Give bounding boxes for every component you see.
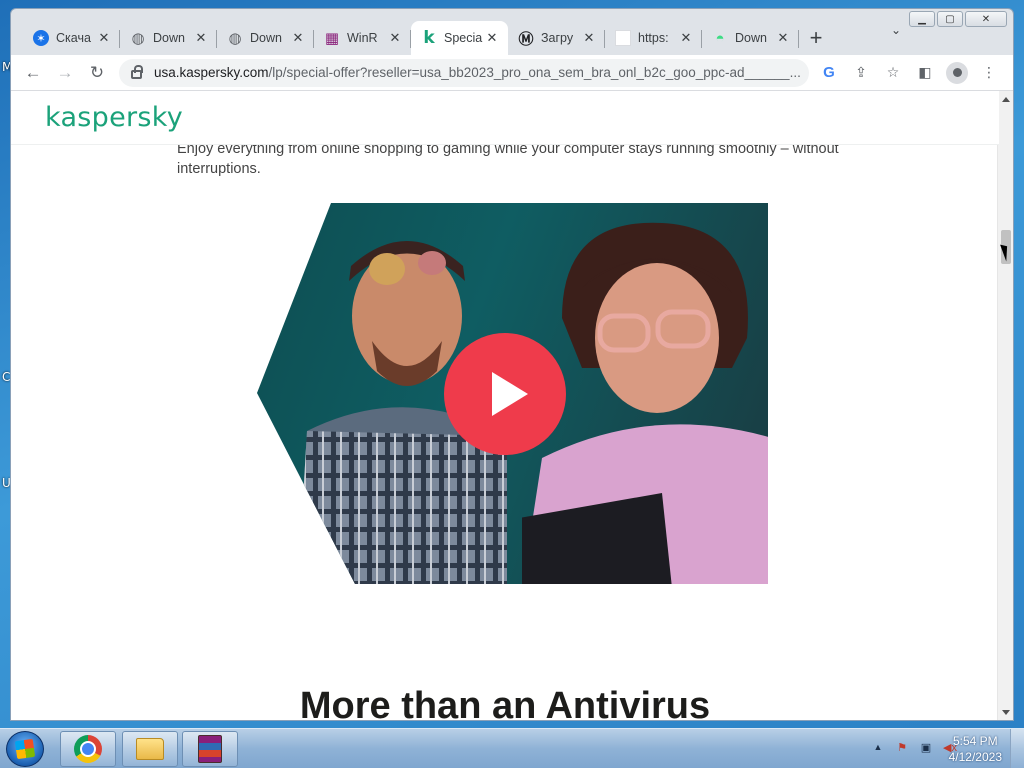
taskbar-chrome-button[interactable] — [60, 731, 116, 767]
lock-icon[interactable] — [131, 65, 143, 79]
share-icon[interactable]: ⇪ — [847, 59, 875, 87]
bookmark-star-icon[interactable]: ☆ — [879, 59, 907, 87]
profile-button[interactable] — [943, 59, 971, 87]
tab[interactable]: Ⓜ Загру ✕ — [508, 21, 605, 55]
globe-icon: ◍ — [228, 30, 242, 47]
minimize-button[interactable]: ▁ — [909, 11, 935, 27]
tab-title: Загру — [541, 31, 574, 45]
tab[interactable]: ◍ Down ✕ — [120, 21, 217, 55]
winrar-icon — [198, 735, 222, 763]
tab-close-icon[interactable]: ✕ — [581, 30, 597, 46]
browser-window: ▁ ▢ ✕ ✶ Скача ✕ ◍ Down ✕ ◍ Down ✕ ▦ WinR… — [10, 8, 1014, 721]
tab-close-icon[interactable]: ✕ — [96, 30, 112, 46]
vertical-scrollbar[interactable] — [997, 91, 1013, 720]
tab-title: Скача — [56, 31, 91, 45]
intro-text: Enjoy everything from online shopping to… — [177, 141, 839, 177]
tab[interactable]: ✶ Скача ✕ — [23, 21, 120, 55]
close-window-button[interactable]: ✕ — [965, 11, 1007, 27]
tab[interactable]: ◓ Down ✕ — [702, 21, 799, 55]
tab-close-icon[interactable]: ✕ — [290, 30, 306, 46]
site-header: kaspersky — [11, 91, 999, 145]
globe-icon: ◍ — [131, 30, 145, 47]
tab-title: https: — [638, 31, 669, 45]
browser-toolbar: ← → ↻ usa.kaspersky.com/lp/special-offer… — [11, 55, 1013, 91]
clock-time: 5:54 PM — [952, 734, 998, 748]
taskbar-explorer-button[interactable] — [122, 731, 178, 767]
tab-title: Down — [250, 31, 282, 45]
tab-active[interactable]: k Specia ✕ — [411, 21, 508, 55]
tab-title: Down — [153, 31, 185, 45]
new-tab-button[interactable]: + — [799, 21, 833, 55]
show-desktop-button[interactable] — [1010, 729, 1024, 768]
promo-video[interactable] — [257, 203, 768, 584]
scroll-up-arrow-icon[interactable] — [1002, 97, 1010, 102]
url-host: usa.kaspersky.com — [154, 65, 269, 80]
blank-page-icon — [615, 30, 631, 46]
page-viewport: kaspersky Enjoy everything from online s… — [11, 91, 999, 721]
side-panel-icon[interactable]: ◧ — [911, 59, 939, 87]
tab-close-icon[interactable]: ✕ — [484, 30, 500, 46]
tab-close-icon[interactable]: ✕ — [775, 30, 791, 46]
taskbar-winrar-button[interactable] — [182, 731, 238, 767]
tab-close-icon[interactable]: ✕ — [387, 30, 403, 46]
tab[interactable]: https: ✕ — [605, 21, 702, 55]
tab-title: Down — [735, 31, 767, 45]
windows-logo-icon — [14, 738, 36, 760]
tab-search-chevron-icon[interactable]: ⌄ — [891, 23, 901, 37]
taskbar: ▲ ⚑ ▣ ◀x 5:54 PM 4/12/2023 — [0, 728, 1024, 768]
chrome-icon — [74, 735, 102, 763]
back-button[interactable]: ← — [17, 59, 49, 87]
tab[interactable]: ▦ WinR ✕ — [314, 21, 411, 55]
network-icon[interactable]: ▣ — [918, 740, 934, 754]
start-button[interactable] — [6, 731, 44, 767]
clock-date: 4/12/2023 — [948, 750, 1002, 764]
system-tray: ▲ ⚑ ▣ ◀x — [870, 740, 958, 754]
accessibility-icon: ✶ — [33, 30, 49, 46]
tab-title: Specia — [444, 31, 483, 45]
kaspersky-icon: k — [423, 28, 435, 48]
tab-close-icon[interactable]: ✕ — [678, 30, 694, 46]
scroll-down-arrow-icon[interactable] — [1002, 710, 1010, 715]
google-translate-icon[interactable]: G — [815, 59, 843, 87]
window-controls: ▁ ▢ ✕ — [909, 11, 1007, 27]
tab-title: WinR — [347, 31, 378, 45]
reload-button[interactable]: ↻ — [81, 59, 113, 87]
tab-close-icon[interactable]: ✕ — [193, 30, 209, 46]
maximize-button[interactable]: ▢ — [937, 11, 963, 27]
forward-button[interactable]: → — [49, 59, 81, 87]
winrar-icon: ▦ — [324, 30, 340, 47]
avatar — [946, 61, 968, 84]
tab-strip: ✶ Скача ✕ ◍ Down ✕ ◍ Down ✕ ▦ WinR ✕ k S… — [11, 17, 1013, 55]
android-icon: ◓ — [715, 29, 725, 47]
m-icon: Ⓜ — [518, 30, 534, 48]
action-center-flag-icon[interactable]: ⚑ — [894, 740, 910, 754]
play-video-button[interactable] — [444, 333, 566, 455]
clock[interactable]: 5:54 PM 4/12/2023 — [949, 733, 1002, 765]
address-bar[interactable]: usa.kaspersky.com/lp/special-offer?resel… — [119, 58, 809, 87]
show-hidden-icons-chevron-icon[interactable]: ▲ — [870, 740, 886, 754]
tab[interactable]: ◍ Down ✕ — [217, 21, 314, 55]
toolbar-icons: G ⇪ ☆ ◧ ⋮ — [815, 59, 1003, 87]
kaspersky-logo[interactable]: kaspersky — [45, 102, 183, 133]
chrome-menu-icon[interactable]: ⋮ — [975, 59, 1003, 87]
folder-icon — [136, 738, 164, 760]
url-path: /lp/special-offer?reseller=usa_bb2023_pr… — [268, 65, 801, 80]
section-heading: More than an Antivirus — [299, 685, 711, 721]
